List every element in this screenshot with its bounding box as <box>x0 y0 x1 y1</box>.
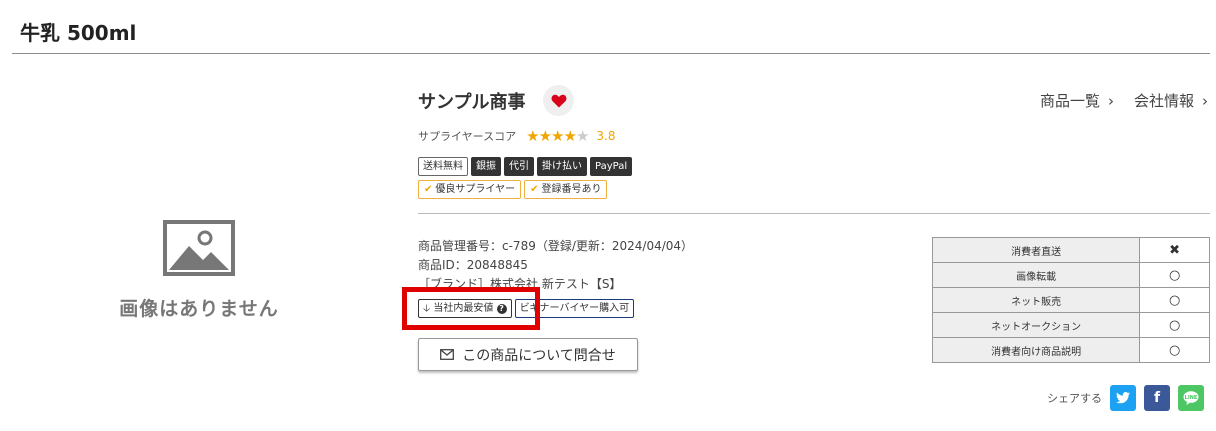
inquiry-button-label: この商品について問合せ <box>462 347 616 364</box>
attribute-label: 画像転載 <box>931 262 1141 288</box>
star-icon: ★ <box>551 127 564 145</box>
star-icon: ★ <box>538 127 552 145</box>
product-info: 商品管理番号：c-789（登録/更新：2024/04/04） 商品ID：2084… <box>418 237 693 294</box>
quality-badge: ✔ 優良サプライヤー <box>418 180 522 199</box>
check-icon: ✔ <box>424 184 433 195</box>
mail-icon <box>440 349 455 360</box>
star-icon: ★ <box>563 127 576 145</box>
company-info-link[interactable]: 会社情報 › <box>1134 90 1208 111</box>
attribute-mark: ○ <box>1139 287 1210 313</box>
section-divider <box>418 213 1210 214</box>
attribute-label: ネット販売 <box>931 287 1141 313</box>
payment-badge: PayPal <box>590 157 633 176</box>
supplier-score: サプライヤースコア ★★★★★ 3.8 <box>418 127 615 145</box>
management-number: 商品管理番号：c-789（登録/更新：2024/04/04） <box>418 239 694 253</box>
attribute-row: ネットオークション ○ <box>931 312 1210 338</box>
payment-badge: 掛け払い <box>537 157 587 176</box>
link-label: 商品一覧 <box>1039 92 1100 110</box>
quality-badges: ✔ 優良サプライヤー ✔ 登録番号あり <box>418 180 608 199</box>
attribute-row: 画像転載 ○ <box>931 262 1210 288</box>
star-icon: ★ <box>575 127 589 145</box>
inquiry-button[interactable]: この商品について問合せ <box>418 338 638 371</box>
svg-text:LINE: LINE <box>1185 395 1198 401</box>
attribute-mark: ○ <box>1139 337 1210 363</box>
star-icon: ★ <box>526 127 539 145</box>
no-image-placeholder: 画像はありません <box>104 220 294 321</box>
facebook-icon[interactable]: f <box>1144 385 1170 411</box>
quality-badge: ✔ 登録番号あり <box>524 180 608 199</box>
star-rating-icon: ★★★★★ <box>526 127 589 145</box>
highlight-box <box>402 287 540 330</box>
share-label: シェアする <box>1047 392 1102 405</box>
payment-badges: 送料無料 銀振 代引 掛け払い PayPal <box>418 157 633 176</box>
twitter-icon[interactable] <box>1110 385 1136 411</box>
supplier-nav: 商品一覧 › 会社情報 › <box>1040 90 1208 111</box>
title-divider <box>12 53 1210 54</box>
check-icon: ✔ <box>530 184 539 195</box>
quality-badge-label: 優良サプライヤー <box>435 184 516 195</box>
attribute-label: 消費者直送 <box>931 237 1141 263</box>
no-image-text: 画像はありません <box>119 298 279 320</box>
attribute-mark: ○ <box>1139 312 1210 338</box>
link-label: 会社情報 <box>1133 92 1194 110</box>
payment-badge: 銀振 <box>471 157 501 176</box>
line-icon[interactable]: LINE <box>1178 385 1204 411</box>
product-id: 商品ID：20848845 <box>418 258 528 272</box>
attribute-label: 消費者向け商品説明 <box>931 337 1141 363</box>
chevron-right-icon: › <box>1202 92 1208 110</box>
attribute-mark: ✖ <box>1139 237 1210 263</box>
score-value: 3.8 <box>596 129 616 143</box>
payment-badge: 送料無料 <box>418 157 468 176</box>
payment-badge: 代引 <box>504 157 534 176</box>
product-list-link[interactable]: 商品一覧 › <box>1040 90 1114 111</box>
favorite-button[interactable] <box>543 85 574 116</box>
heart-icon <box>551 94 566 107</box>
image-placeholder-icon <box>163 220 235 276</box>
attribute-label: ネットオークション <box>931 312 1141 338</box>
share-bar: シェアする f LINE <box>1047 385 1204 411</box>
supplier-name[interactable]: サンプル商事 <box>418 88 525 114</box>
attribute-row: 消費者向け商品説明 ○ <box>931 337 1210 363</box>
page-title: 牛乳 500ml <box>20 21 137 45</box>
score-label: サプライヤースコア <box>418 130 517 143</box>
attribute-row: 消費者直送 ✖ <box>931 237 1210 263</box>
attribute-mark: ○ <box>1139 262 1210 288</box>
attributes-table: 消費者直送 ✖ 画像転載 ○ ネット販売 ○ ネットオークション ○ 消費者向け商品説明 ○ <box>931 237 1210 363</box>
quality-badge-label: 登録番号あり <box>541 184 602 195</box>
chevron-right-icon: › <box>1107 92 1114 110</box>
attribute-row: ネット販売 ○ <box>931 287 1210 313</box>
